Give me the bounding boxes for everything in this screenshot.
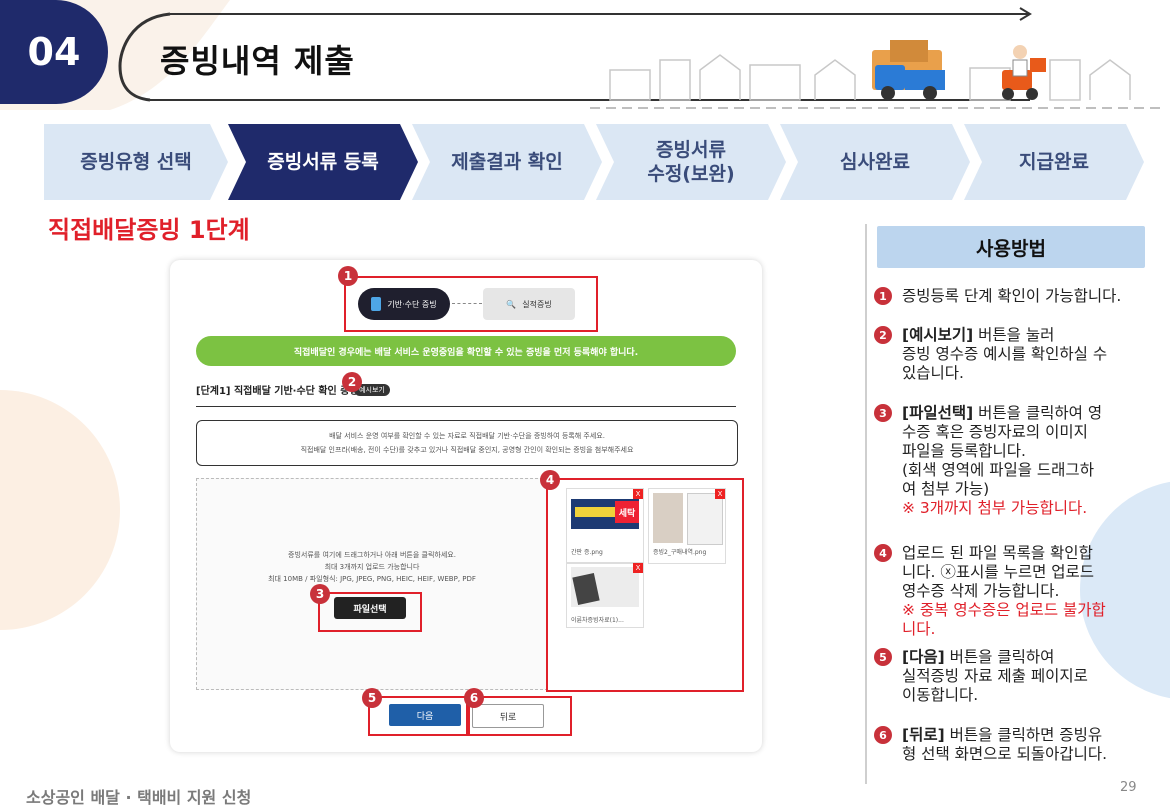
howto-number: 4 <box>874 544 892 562</box>
marker-1: 1 <box>338 266 358 286</box>
info-line-2: 직접배달 인프라(배송, 전이 수단)를 갖추고 있거나 직접배달 중인지, 공… <box>300 446 634 454</box>
step-revise-docs: 증빙서류 수정(보완) <box>596 124 786 200</box>
section-number-badge: 04 <box>0 0 108 104</box>
howto-text: 업로드 된 파일 목록을 확인합 니다. ⓧ표시를 누르면 업로드 영수증 삭제… <box>902 544 1095 600</box>
left-blob-decoration <box>0 390 120 630</box>
step-check-result: 제출결과 확인 <box>412 124 602 200</box>
marker-4: 4 <box>540 470 560 490</box>
info-line-1: 배달 서비스 운영 여부를 확인할 수 있는 자료로 직접배달 기반·수단을 증… <box>329 432 605 440</box>
howto-bold: [뒤로] <box>902 726 945 744</box>
step-register-docs: 증빙서류 등록 <box>228 124 418 200</box>
howto-bold: [다음] <box>902 648 945 666</box>
howto-item-2: 2 [예시보기] 버튼을 눌러 증빙 영수증 예시를 확인하실 수 있습니다. <box>874 326 1154 383</box>
delivery-truck-illustration <box>590 40 1165 109</box>
step-heading: [단계1] 직접배달 기반·수단 확인 증빙 <box>196 386 359 397</box>
howto-bold: [파일선택] <box>902 404 974 422</box>
step-select-type: 증빙유형 선택 <box>44 124 228 200</box>
howto-item-6: 6 [뒤로] 버튼을 클릭하면 증빙유 형 선택 화면으로 되돌아갑니다. <box>874 726 1154 764</box>
notice-banner: 직접배달인 경우에는 배달 서비스 운영중임을 확인할 수 있는 증빙을 먼저 … <box>196 336 736 366</box>
screenshot-card: 기반·수단 증빙 🔍 실적증빙 1 직접배달인 경우에는 배달 서비스 운영중임… <box>170 260 762 752</box>
howto-note: ※ 중복 영수증은 업로드 불가합 니다. <box>902 601 1106 638</box>
page-number: 29 <box>1120 780 1137 795</box>
highlight-box-3 <box>318 592 422 632</box>
drop-line-2: 최대 3개까지 업로드 가능합니다 <box>324 563 420 571</box>
howto-item-5: 5 [다음] 버튼을 클릭하여 실적증빙 자료 제출 페이지로 이동합니다. <box>874 648 1154 705</box>
howto-number: 2 <box>874 326 892 344</box>
step-payment-complete: 지급완료 <box>964 124 1144 200</box>
howto-number: 6 <box>874 726 892 744</box>
marker-6: 6 <box>464 688 484 708</box>
highlight-box-5 <box>368 696 470 736</box>
marker-3: 3 <box>310 584 330 604</box>
panel-divider <box>865 224 867 784</box>
highlight-box-4 <box>546 478 744 692</box>
heading-divider <box>196 406 736 407</box>
howto-number: 1 <box>874 287 892 305</box>
drop-line-1: 증빙서류를 여기에 드래그하거나 아래 버튼을 클릭하세요. <box>288 551 456 559</box>
howto-number: 5 <box>874 648 892 666</box>
howto-note: ※ 3개까지 첨부 가능합니다. <box>902 499 1088 517</box>
step-review-complete: 심사완료 <box>780 124 970 200</box>
howto-title: 사용방법 <box>877 226 1145 268</box>
howto-bold: [예시보기] <box>902 326 974 344</box>
process-steps: 증빙유형 선택 증빙서류 등록 제출결과 확인 증빙서류 수정(보완) 심사완료… <box>44 124 1144 200</box>
howto-number: 3 <box>874 404 892 422</box>
drop-line-3: 최대 10MB / 파일형식: JPG, JPEG, PNG, HEIC, HE… <box>268 575 476 583</box>
stage-title: 직접배달증빙 1단계 <box>48 216 250 244</box>
marker-5: 5 <box>362 688 382 708</box>
marker-2: 2 <box>342 372 362 392</box>
section-title: 증빙내역 제출 <box>160 42 355 80</box>
footer-text: 소상공인 배달 · 택배비 지원 신청 <box>26 788 252 807</box>
file-drop-zone[interactable]: 증빙서류를 여기에 드래그하거나 아래 버튼을 클릭하세요. 최대 3개까지 업… <box>196 478 548 690</box>
howto-item-4: 4 업로드 된 파일 목록을 확인합 니다. ⓧ표시를 누르면 업로드 영수증 … <box>874 544 1154 639</box>
highlight-box-1 <box>344 276 598 332</box>
howto-text: 증빙등록 단계 확인이 가능합니다. <box>902 287 1122 305</box>
howto-item-1: 1 증빙등록 단계 확인이 가능합니다. <box>874 287 1154 306</box>
howto-item-3: 3 [파일선택] 버튼을 클릭하여 영 수증 혹은 증빙자료의 이미지 파일을 … <box>874 404 1154 518</box>
drop-instructions: 증빙서류를 여기에 드래그하거나 아래 버튼을 클릭하세요. 최대 3개까지 업… <box>197 549 547 585</box>
info-box: 배달 서비스 운영 여부를 확인할 수 있는 자료로 직접배달 기반·수단을 증… <box>196 420 738 466</box>
